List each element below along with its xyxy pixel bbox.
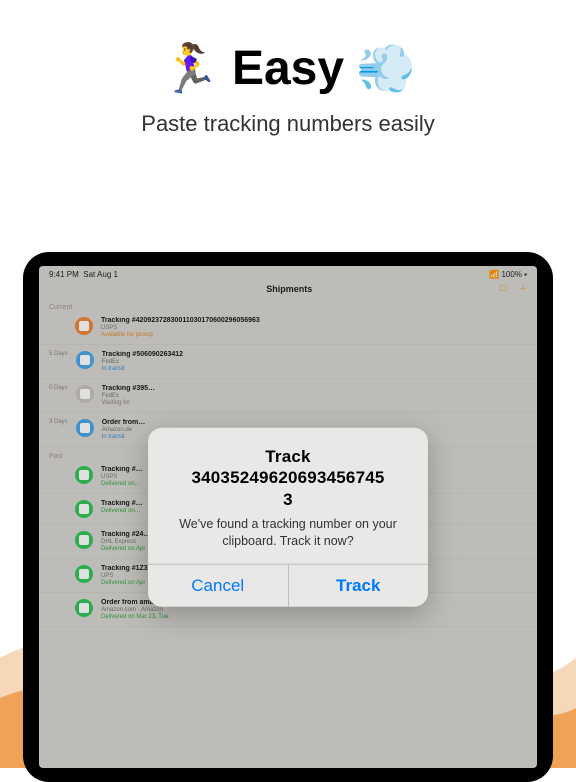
- clipboard-alert: Track 34035249620693456745 3 We've found…: [148, 428, 428, 607]
- hero: 🏃‍♀️ Easy 💨 Paste tracking numbers easil…: [0, 0, 576, 167]
- hero-title-text: Easy: [232, 41, 344, 96]
- hero-title: 🏃‍♀️ Easy 💨: [20, 40, 556, 97]
- runner-emoji: 🏃‍♀️: [160, 40, 220, 97]
- ipad-device: 9:41 PM Sat Aug 1 📶 100% ▪ Shipments ▢ ＋…: [23, 252, 553, 782]
- cancel-button[interactable]: Cancel: [148, 564, 288, 606]
- ipad-screen: 9:41 PM Sat Aug 1 📶 100% ▪ Shipments ▢ ＋…: [39, 266, 537, 768]
- track-button[interactable]: Track: [288, 564, 429, 606]
- ipad-bezel: 9:41 PM Sat Aug 1 📶 100% ▪ Shipments ▢ ＋…: [23, 252, 553, 782]
- alert-message: We've found a tracking number on your cl…: [162, 516, 414, 550]
- hero-subtitle: Paste tracking numbers easily: [20, 111, 556, 137]
- alert-title: Track 34035249620693456745 3: [162, 446, 414, 510]
- dash-emoji: 💨: [356, 40, 416, 97]
